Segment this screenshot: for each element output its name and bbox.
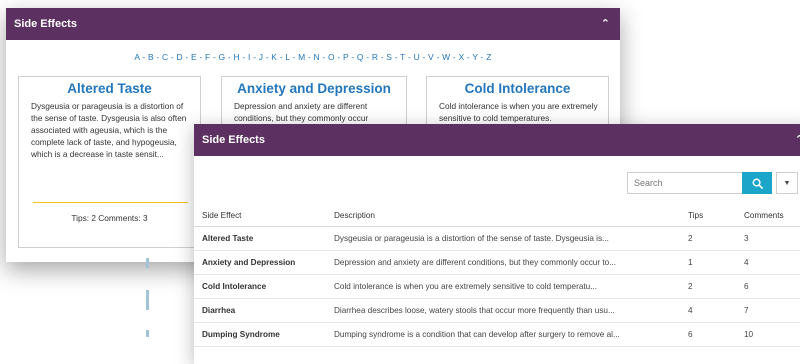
card-description: Cold intolerance is when you are extreme…	[439, 101, 598, 123]
tips-count: 2	[680, 274, 736, 299]
comments-count: 4	[736, 250, 800, 275]
table-row[interactable]: Anxiety and Depression Depression and an…	[194, 250, 800, 275]
card-title[interactable]: Altered Taste	[19, 81, 200, 96]
card-description: Depression and anxiety are different con…	[234, 101, 369, 123]
tips-count: 2	[680, 226, 736, 251]
alphabet-filter[interactable]: A - B - C - D - E - F - G - H - I - J - …	[6, 52, 620, 62]
bar-mark	[146, 258, 149, 268]
table-row[interactable]: Diarrhea Diarrhea describes loose, water…	[194, 298, 800, 323]
search-options-dropdown[interactable]: ▼	[776, 172, 798, 194]
tips-count: 1	[680, 250, 736, 275]
comments-count: 7	[736, 298, 800, 323]
side-effect-name[interactable]: Altered Taste	[194, 226, 326, 251]
side-effect-description: Diarrhea describes loose, watery stools …	[326, 298, 680, 323]
table-row[interactable]: Dumping Syndrome Dumping syndrome is a c…	[194, 322, 800, 347]
bar-mark	[146, 330, 149, 337]
chevron-up-icon[interactable]: ⌃	[795, 134, 800, 146]
side-effects-table: Side Effect Description Tips Comments Al…	[194, 204, 800, 347]
column-header-tips[interactable]: Tips	[680, 204, 736, 227]
side-effect-description: Cold intolerance is when you are extreme…	[326, 274, 680, 299]
comments-count: 10	[736, 322, 800, 347]
tips-count: 4	[680, 298, 736, 323]
column-header-comments[interactable]: Comments	[736, 204, 800, 227]
side-effect-name[interactable]: Diarrhea	[194, 298, 326, 323]
tips-count: 6	[680, 322, 736, 347]
column-header-description[interactable]: Description	[326, 204, 680, 227]
panel-header: Side Effects ⌃	[194, 124, 800, 156]
card-title[interactable]: Anxiety and Depression	[222, 81, 406, 96]
comments-count: 6	[736, 274, 800, 299]
side-effect-description: Dumping syndrome is a condition that can…	[326, 322, 680, 347]
panel-title: Side Effects	[14, 18, 77, 30]
side-effects-table-panel: Side Effects ⌃ ▼ Side Effect Description…	[194, 124, 800, 364]
caret-down-icon: ▼	[783, 179, 791, 187]
side-effect-name[interactable]: Cold Intolerance	[194, 274, 326, 299]
side-effect-description: Depression and anxiety are different con…	[326, 250, 680, 275]
panel-title: Side Effects	[202, 134, 265, 146]
card-description: Dysgeusia or parageusia is a distortion …	[31, 101, 187, 159]
card-divider	[33, 202, 188, 203]
table-header-row: Side Effect Description Tips Comments	[194, 204, 800, 227]
search-button[interactable]	[742, 172, 772, 194]
column-header-side-effect[interactable]: Side Effect	[194, 204, 326, 227]
card-stats: Tips: 2 Comments: 3	[71, 213, 148, 223]
comments-count: 3	[736, 226, 800, 251]
bar-mark	[146, 290, 149, 310]
table-row[interactable]: Altered Taste Dysgeusia or parageusia is…	[194, 226, 800, 251]
side-effect-description: Dysgeusia or parageusia is a distortion …	[326, 226, 680, 251]
chevron-up-icon[interactable]: ⌃	[601, 18, 610, 30]
search-bar: ▼	[627, 172, 798, 194]
table-row[interactable]: Cold Intolerance Cold intolerance is whe…	[194, 274, 800, 299]
search-icon	[752, 178, 763, 189]
search-input[interactable]	[627, 172, 742, 194]
panel-header: Side Effects ⌃	[6, 8, 620, 40]
card-altered-taste[interactable]: Altered Taste Dysgeusia or parageusia is…	[18, 76, 201, 248]
side-effect-name[interactable]: Dumping Syndrome	[194, 322, 326, 347]
card-title[interactable]: Cold Intolerance	[427, 81, 608, 96]
side-effect-name[interactable]: Anxiety and Depression	[194, 250, 326, 275]
